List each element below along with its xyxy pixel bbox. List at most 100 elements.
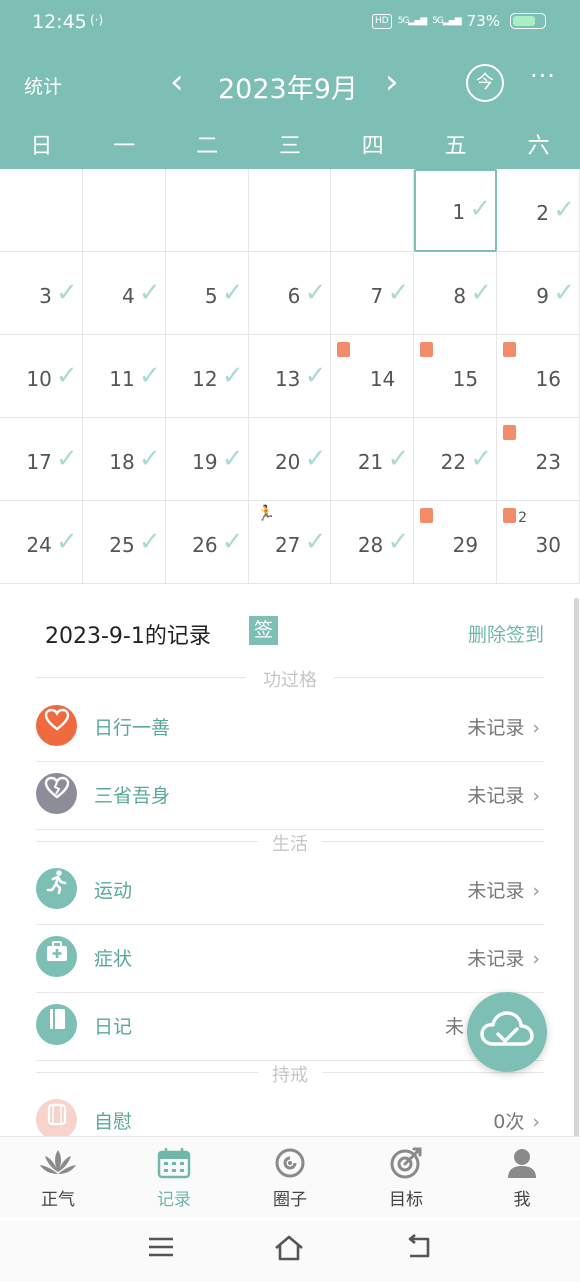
exercise-marker-icon: 🏃 <box>256 504 276 522</box>
prev-month-icon[interactable]: ‹ <box>170 62 184 102</box>
day-number: 4 <box>121 284 135 308</box>
calendar-day[interactable]: 18 ✓ <box>82 418 166 501</box>
tab-me[interactable]: 我 <box>482 1143 562 1210</box>
status-bar: 12:45 (·) HD 5G▂▄▆ 5G▂▄▆ 73% <box>0 0 580 46</box>
day-number: 19 <box>192 450 218 474</box>
weekday-tue: 二 <box>196 134 219 159</box>
user-icon <box>482 1143 562 1183</box>
cloud-sync-button[interactable] <box>467 992 547 1072</box>
more-icon[interactable]: ··· <box>530 62 556 90</box>
calendar-day[interactable]: 4 ✓ <box>82 252 166 335</box>
calendar-empty-cell <box>331 169 415 252</box>
day-number: 7 <box>370 284 384 308</box>
record-row-symptom[interactable]: 症状 未记录 › <box>36 924 544 993</box>
calendar-day[interactable]: 23 <box>497 418 580 501</box>
day-number: 30 <box>535 533 561 557</box>
calendar-day[interactable]: 29 <box>414 501 498 584</box>
record-row-good-deed[interactable]: 日行一善 未记录 › <box>36 693 544 762</box>
tab-label: 目标 <box>389 1190 423 1210</box>
weekday-thu: 四 <box>361 134 384 159</box>
chevron-right-icon: › <box>532 717 540 739</box>
tab-records[interactable]: 记录 <box>134 1143 214 1210</box>
record-row-exercise[interactable]: 运动 未记录 › <box>36 856 544 925</box>
record-row-self-reflection[interactable]: 三省吾身 未记录 › <box>36 761 544 830</box>
calendar-day[interactable]: 11 ✓ <box>82 335 166 418</box>
calendar-empty-cell <box>0 169 83 252</box>
day-number: 5 <box>204 284 218 308</box>
next-month-icon[interactable]: › <box>385 62 399 102</box>
day-number: 21 <box>357 450 384 474</box>
calendar-day[interactable]: 21 ✓ <box>331 418 415 501</box>
menu-icon[interactable] <box>147 1234 175 1264</box>
checkmark-icon: ✓ <box>221 527 244 557</box>
tissue-marker-icon <box>503 425 517 440</box>
checkmark-icon: ✓ <box>387 527 410 557</box>
calendar-day[interactable]: 12 ✓ <box>165 335 249 418</box>
battery-percent: 73% <box>466 12 500 30</box>
tab-goals[interactable]: 目标 <box>366 1143 446 1210</box>
calendar-day[interactable]: 6 ✓ <box>248 252 332 335</box>
back-icon[interactable] <box>404 1233 434 1266</box>
calendar-day[interactable]: 15 <box>414 335 498 418</box>
running-icon <box>36 868 77 909</box>
bottom-tab-bar: 正气 记录 圈子 目标 我 <box>0 1136 580 1217</box>
day-number: 27 <box>274 533 301 557</box>
today-button[interactable]: 今 <box>466 64 504 102</box>
calendar-day[interactable]: 25 ✓ <box>82 501 166 584</box>
day-number: 2 <box>536 201 549 225</box>
tab-zhengqi[interactable]: 正气 <box>18 1143 98 1210</box>
calendar-day[interactable]: 14 <box>331 335 415 418</box>
calendar-day[interactable]: 22 ✓ <box>414 418 498 501</box>
calendar-day[interactable]: 13 ✓ <box>248 335 332 418</box>
lotus-icon <box>18 1143 98 1183</box>
circle-icon <box>250 1143 330 1183</box>
calendar-day[interactable]: 7 ✓ <box>331 252 415 335</box>
stats-button[interactable]: 统计 <box>24 72 62 99</box>
calendar-day[interactable]: 20 ✓ <box>248 418 332 501</box>
calendar-day[interactable]: 3 ✓ <box>0 252 83 335</box>
day-number: 13 <box>274 367 301 391</box>
calendar-day[interactable]: 17 ✓ <box>0 418 83 501</box>
calendar-day[interactable]: 10 ✓ <box>0 335 83 418</box>
checkmark-icon: ✓ <box>138 527 161 557</box>
marker-count: 2 <box>518 510 528 526</box>
day-number: 9 <box>536 284 549 308</box>
scrollbar[interactable] <box>574 598 579 1138</box>
calendar-day[interactable]: 27 ✓ 🏃 <box>248 501 332 584</box>
home-icon[interactable] <box>273 1234 305 1266</box>
calendar-empty-cell <box>248 169 332 252</box>
calendar-day[interactable]: 8 ✓ <box>414 252 498 335</box>
weekday-sun: 日 <box>30 134 53 159</box>
cloud-check-icon <box>480 1011 534 1046</box>
day-number: 26 <box>192 533 218 557</box>
status-time: 12:45 <box>32 11 87 33</box>
checkmark-icon: ✓ <box>553 278 575 308</box>
day-number: 14 <box>369 367 396 391</box>
calendar-empty-cell <box>82 169 166 252</box>
checkmark-icon: ✓ <box>138 444 161 474</box>
calendar-day[interactable]: 2 ✓ <box>497 169 580 252</box>
section-life: 生活 <box>36 830 544 855</box>
chevron-right-icon: › <box>532 880 540 902</box>
calendar-day[interactable]: 1 ✓ <box>414 169 498 252</box>
day-number: 3 <box>39 284 52 308</box>
hd-icon: HD <box>372 13 392 29</box>
calendar-day[interactable]: 5 ✓ <box>165 252 249 335</box>
tissue-icon <box>36 1099 77 1140</box>
calendar-day[interactable]: 28 ✓ <box>331 501 415 584</box>
calendar-day[interactable]: 30 2 <box>497 501 580 584</box>
calendar-day[interactable]: 19 ✓ <box>165 418 249 501</box>
calendar-icon <box>134 1143 214 1183</box>
calendar-day[interactable]: 16 <box>497 335 580 418</box>
day-number: 29 <box>452 533 479 557</box>
checkmark-icon: ✓ <box>469 194 492 224</box>
calendar-day[interactable]: 24 ✓ <box>0 501 83 584</box>
calendar-day[interactable]: 9 ✓ <box>497 252 580 335</box>
tab-circle[interactable]: 圈子 <box>250 1143 330 1210</box>
weekday-sat: 六 <box>527 134 550 159</box>
calendar-day[interactable]: 26 ✓ <box>165 501 249 584</box>
calendar-empty-cell <box>165 169 249 252</box>
checkmark-icon: ✓ <box>56 278 78 308</box>
delete-checkin-button[interactable]: 删除签到 <box>468 620 544 647</box>
tissue-marker-icon <box>503 508 517 523</box>
